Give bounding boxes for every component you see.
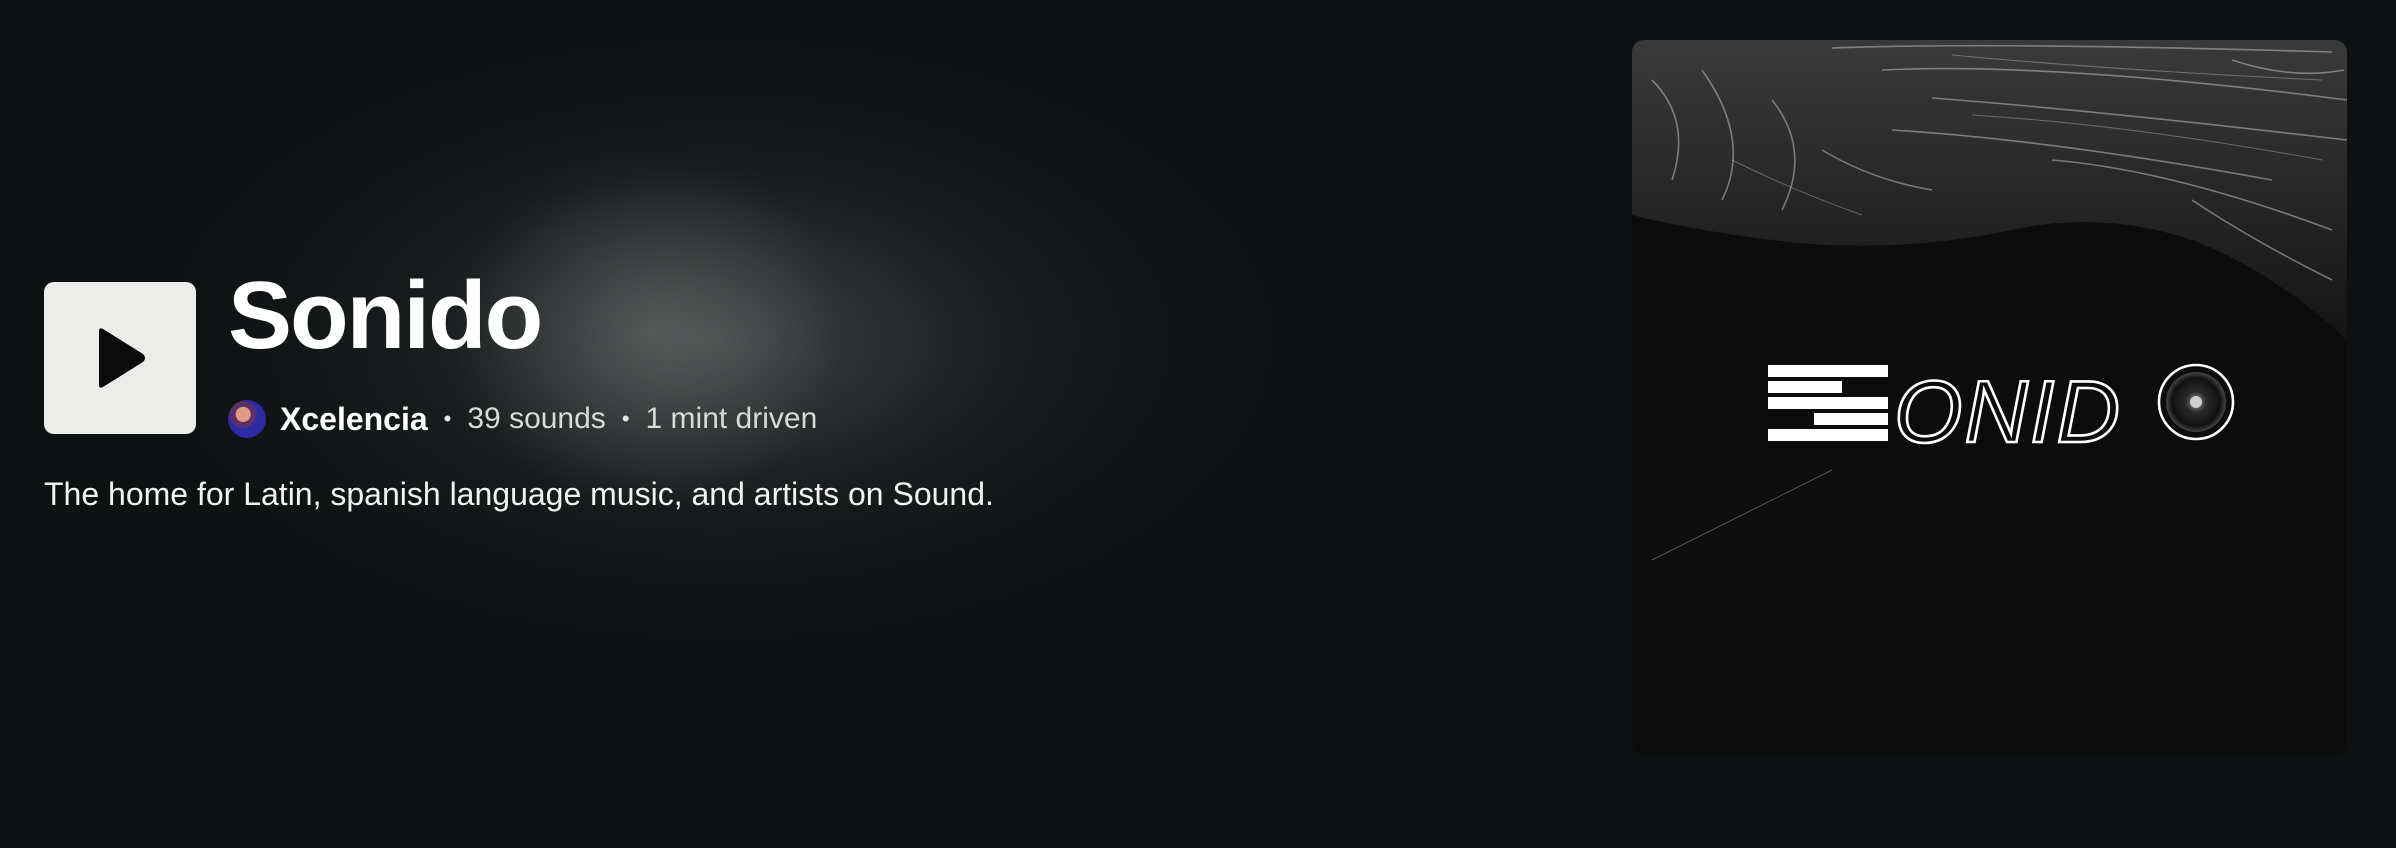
separator-dot: • [443,406,452,431]
collection-hero: Sonido Xcelencia • 39 sounds • 1 mint dr… [0,0,2396,848]
play-icon [93,327,147,389]
collection-title: Sonido [228,262,543,369]
play-button[interactable] [44,282,196,434]
creator-name-link[interactable]: Xcelencia [280,401,428,438]
collection-meta: Xcelencia • 39 sounds • 1 mint driven [228,398,817,440]
collection-description: The home for Latin, spanish language mus… [44,476,994,512]
creator-avatar[interactable] [228,400,266,438]
mint-info: 1 mint driven [645,402,818,435]
separator-dot: • [621,406,630,431]
svg-text:ONID: ONID [1894,362,2122,461]
cover-art: ONID [1632,40,2347,755]
sounds-count: 39 sounds [467,402,606,435]
